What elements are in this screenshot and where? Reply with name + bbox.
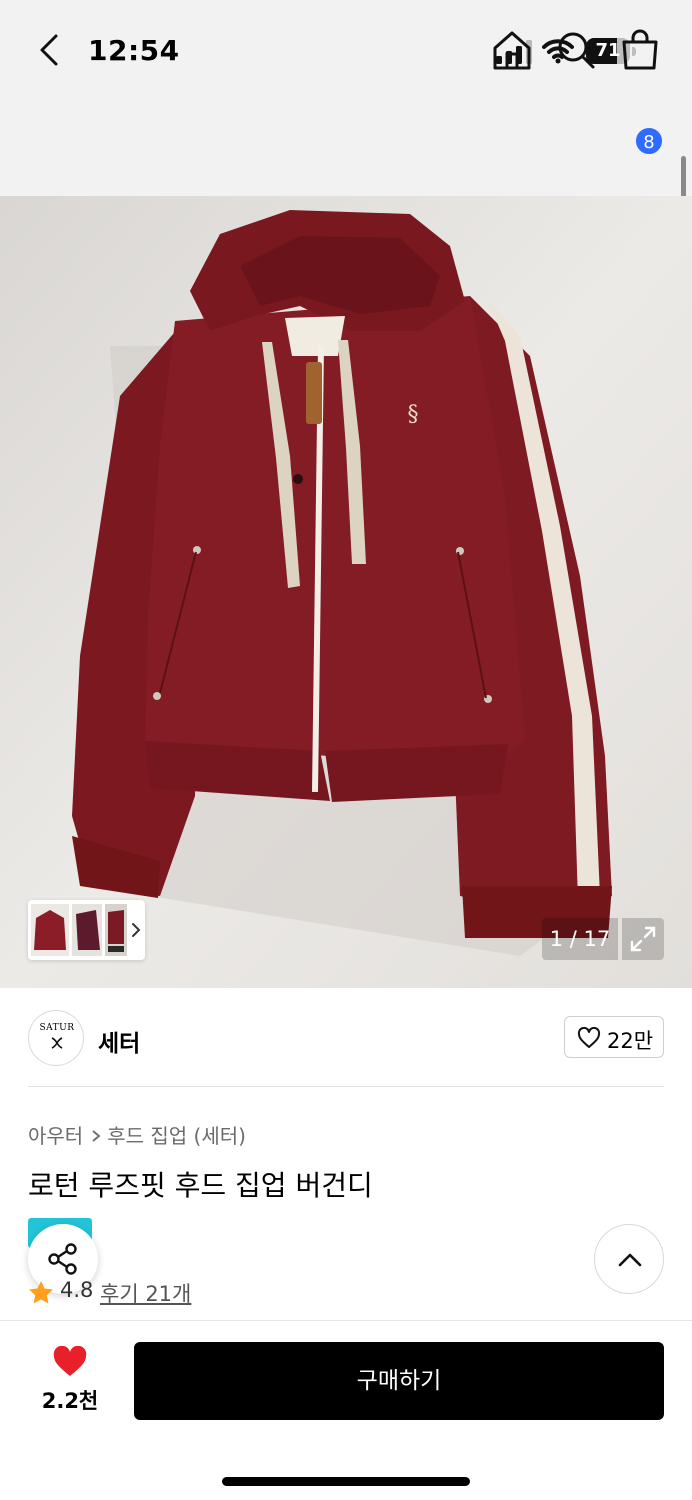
- breadcrumb-category[interactable]: 아우터: [28, 1124, 83, 1148]
- thumbnail-front-icon[interactable]: [31, 904, 69, 956]
- chevron-up-icon: [618, 1253, 642, 1267]
- home-icon[interactable]: [488, 26, 536, 74]
- top-navigation-bar: [0, 100, 692, 196]
- expand-icon[interactable]: [622, 918, 664, 960]
- svg-text:§: §: [408, 402, 419, 427]
- buy-button[interactable]: 구매하기: [134, 1342, 664, 1420]
- brand-like-count: 22만: [607, 1029, 654, 1053]
- star-icon: [29, 1281, 53, 1304]
- thumbnail-strip[interactable]: [28, 900, 145, 960]
- status-time: 12:54: [88, 34, 180, 67]
- product-photo[interactable]: §: [0, 196, 692, 988]
- review-link[interactable]: 후기 21개: [100, 1278, 191, 1308]
- chevron-right-icon[interactable]: [132, 923, 141, 937]
- shopping-bag-icon[interactable]: [616, 26, 664, 74]
- brand-emblem-icon: [51, 1037, 63, 1049]
- brand-like-button[interactable]: 22만: [564, 1016, 664, 1058]
- rating-value: 4.8: [60, 1278, 94, 1302]
- back-chevron-icon[interactable]: [28, 28, 72, 72]
- thumbnail-side-icon[interactable]: [72, 904, 102, 956]
- search-icon[interactable]: [552, 26, 600, 74]
- scroll-to-top-button[interactable]: [594, 1224, 664, 1294]
- breadcrumb: 아우터 후드 집업 (세터): [28, 1120, 246, 1149]
- brand-name[interactable]: 세터: [98, 1024, 140, 1058]
- cart-count-badge: 8: [634, 126, 664, 156]
- product-image-gallery[interactable]: §: [0, 196, 692, 988]
- thumbnail-detail-icon[interactable]: [105, 904, 127, 956]
- share-icon: [48, 1243, 77, 1275]
- heart-filled-icon[interactable]: [52, 1346, 88, 1378]
- heart-outline-icon: [577, 1027, 601, 1048]
- image-counter: 1 / 17: [542, 918, 618, 960]
- wish-count: 2.2천: [41, 1389, 99, 1413]
- breadcrumb-chevron-icon: [92, 1130, 101, 1142]
- divider: [28, 1086, 664, 1087]
- home-indicator[interactable]: [222, 1477, 470, 1486]
- breadcrumb-subcategory[interactable]: 후드 집업 (세터): [107, 1124, 246, 1148]
- brand-logo-text: SATUR: [39, 1023, 75, 1033]
- brand-logo[interactable]: SATUR: [28, 1010, 84, 1066]
- product-title: 로턴 루즈핏 후드 집업 버건디: [28, 1169, 373, 1202]
